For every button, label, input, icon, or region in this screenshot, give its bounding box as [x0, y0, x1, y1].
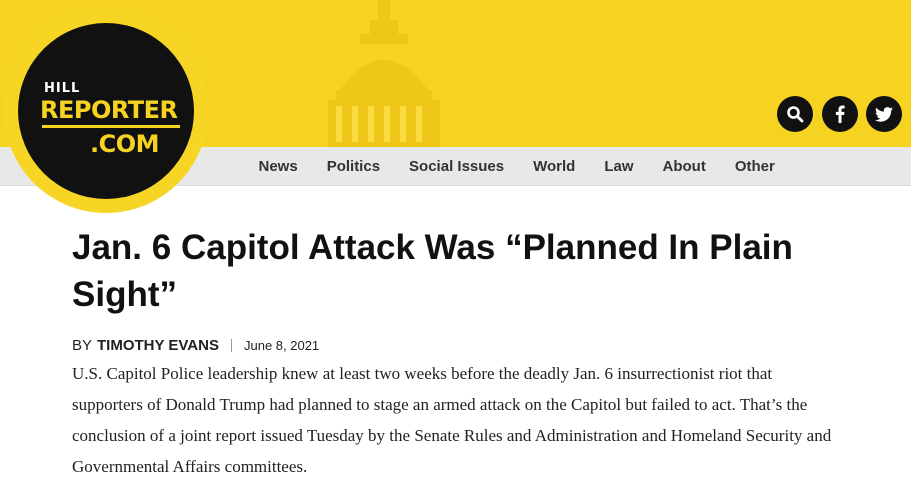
- article-title: Jan. 6 Capitol Attack Was “Planned In Pl…: [72, 228, 793, 314]
- twitter-icon: [875, 106, 893, 122]
- logo-text-hill: HILL: [44, 81, 81, 96]
- search-button[interactable]: [777, 96, 813, 132]
- facebook-icon: [835, 105, 845, 123]
- author-link[interactable]: TIMOTHY EVANS: [97, 337, 219, 354]
- nav-item-other[interactable]: Other: [720, 158, 789, 175]
- twitter-button[interactable]: [866, 96, 902, 132]
- logo-text-reporter: REPORTER: [40, 96, 178, 124]
- nav-item-about[interactable]: About: [648, 158, 720, 175]
- byline: BY TIMOTHY EVANS June 8, 2021: [72, 335, 319, 355]
- article-body: U.S. Capitol Police leadership knew at l…: [72, 364, 832, 476]
- byline-label: BY: [72, 336, 93, 354]
- capitol-dome-image: [328, 0, 440, 147]
- logo-text-com: .COM: [90, 130, 160, 158]
- site-logo[interactable]: HILL REPORTER .COM: [4, 9, 208, 213]
- nav-item-politics[interactable]: Politics: [312, 158, 394, 175]
- publish-date: June 8, 2021: [243, 337, 320, 353]
- facebook-button[interactable]: [822, 96, 858, 132]
- nav-item-news[interactable]: News: [244, 158, 312, 175]
- nav-item-world[interactable]: World: [519, 158, 590, 175]
- nav-item-social-issues[interactable]: Social Issues: [395, 158, 519, 175]
- logo-badge: HILL REPORTER .COM: [18, 23, 194, 199]
- search-icon: [787, 106, 804, 123]
- nav-item-law[interactable]: Law: [590, 158, 648, 175]
- logo-underline: [42, 125, 180, 128]
- byline-divider: [230, 338, 232, 352]
